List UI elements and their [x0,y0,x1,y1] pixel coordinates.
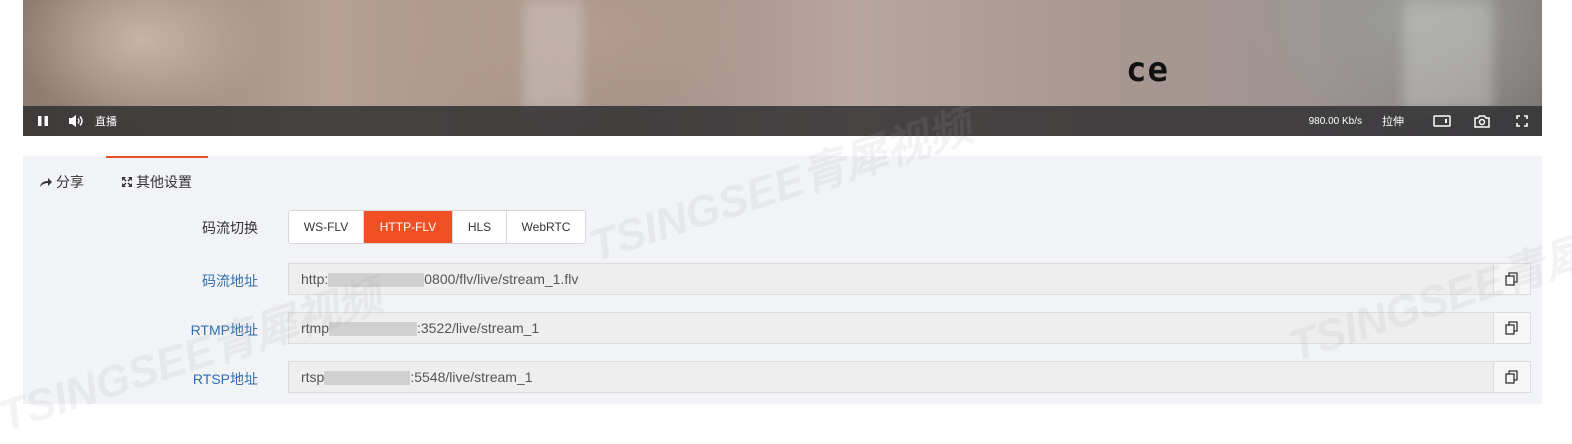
rtsp-url-label: RTSP地址 [192,371,258,387]
tab-share-label: 分享 [56,174,84,190]
stream-option-ws-flv[interactable]: WS-FLV [289,211,364,243]
record-icon [1433,115,1451,127]
snapshot-button[interactable] [1462,106,1502,136]
video-player[interactable]: ce 直播 980.00 Kb/s 拉伸 [23,0,1542,136]
rtsp-url-field[interactable]: rtsp :5548/live/stream_1 [288,361,1494,393]
fullscreen-button[interactable] [1502,106,1542,136]
tab-other-settings[interactable]: 其他设置 [121,172,192,192]
redaction-mask [329,322,417,337]
pause-button[interactable] [23,106,63,136]
copy-rtmp-url-button[interactable] [1493,312,1531,344]
stream-switch-label: 码流切换 [202,220,258,236]
record-button[interactable] [1422,106,1462,136]
rtmp-url-suffix: :3522/live/stream_1 [417,320,540,336]
stream-url-label: 码流地址 [202,273,258,289]
stream-option-webrtc[interactable]: WebRTC [507,211,585,243]
rtsp-url-prefix: rtsp [301,369,325,385]
copy-rtsp-url-button[interactable] [1493,361,1531,393]
player-controls-bar: 直播 980.00 Kb/s 拉伸 [23,106,1542,136]
stream-option-http-flv[interactable]: HTTP-FLV [364,211,453,243]
redaction-mask [328,273,425,288]
volume-button[interactable] [63,106,89,136]
volume-icon [69,115,83,127]
stream-option-hls[interactable]: HLS [453,211,507,243]
share-icon [40,178,52,187]
bitrate-readout: 980.00 Kb/s [1308,115,1362,127]
live-label: 直播 [95,116,117,128]
active-tab-indicator [106,156,208,158]
copy-stream-url-button[interactable] [1493,263,1531,295]
stream-url-field[interactable]: http: 0800/flv/live/stream_1.flv [288,263,1494,295]
pause-icon [38,116,48,126]
redaction-mask [324,371,411,386]
rtsp-url-suffix: :5548/live/stream_1 [410,369,533,385]
tab-share[interactable]: 分享 [39,172,84,192]
stretch-button[interactable]: 拉伸 [1382,106,1404,136]
stream-url-prefix: http: [301,271,329,287]
rtmp-url-label: RTMP地址 [190,322,258,338]
rtmp-url-field[interactable]: rtmp :3522/live/stream_1 [288,312,1494,344]
camera-icon [1474,115,1490,128]
expand-icon [122,177,132,187]
tab-other-settings-label: 其他设置 [136,174,192,190]
copy-icon [1505,370,1518,384]
stream-url-suffix: 0800/flv/live/stream_1.flv [424,271,579,287]
stream-switch-group: WS-FLV HTTP-FLV HLS WebRTC [288,210,586,244]
copy-icon [1505,321,1518,335]
video-overlay-text: ce [1126,50,1169,90]
rtmp-url-prefix: rtmp [301,320,329,336]
fullscreen-icon [1516,115,1528,127]
copy-icon [1505,272,1518,286]
